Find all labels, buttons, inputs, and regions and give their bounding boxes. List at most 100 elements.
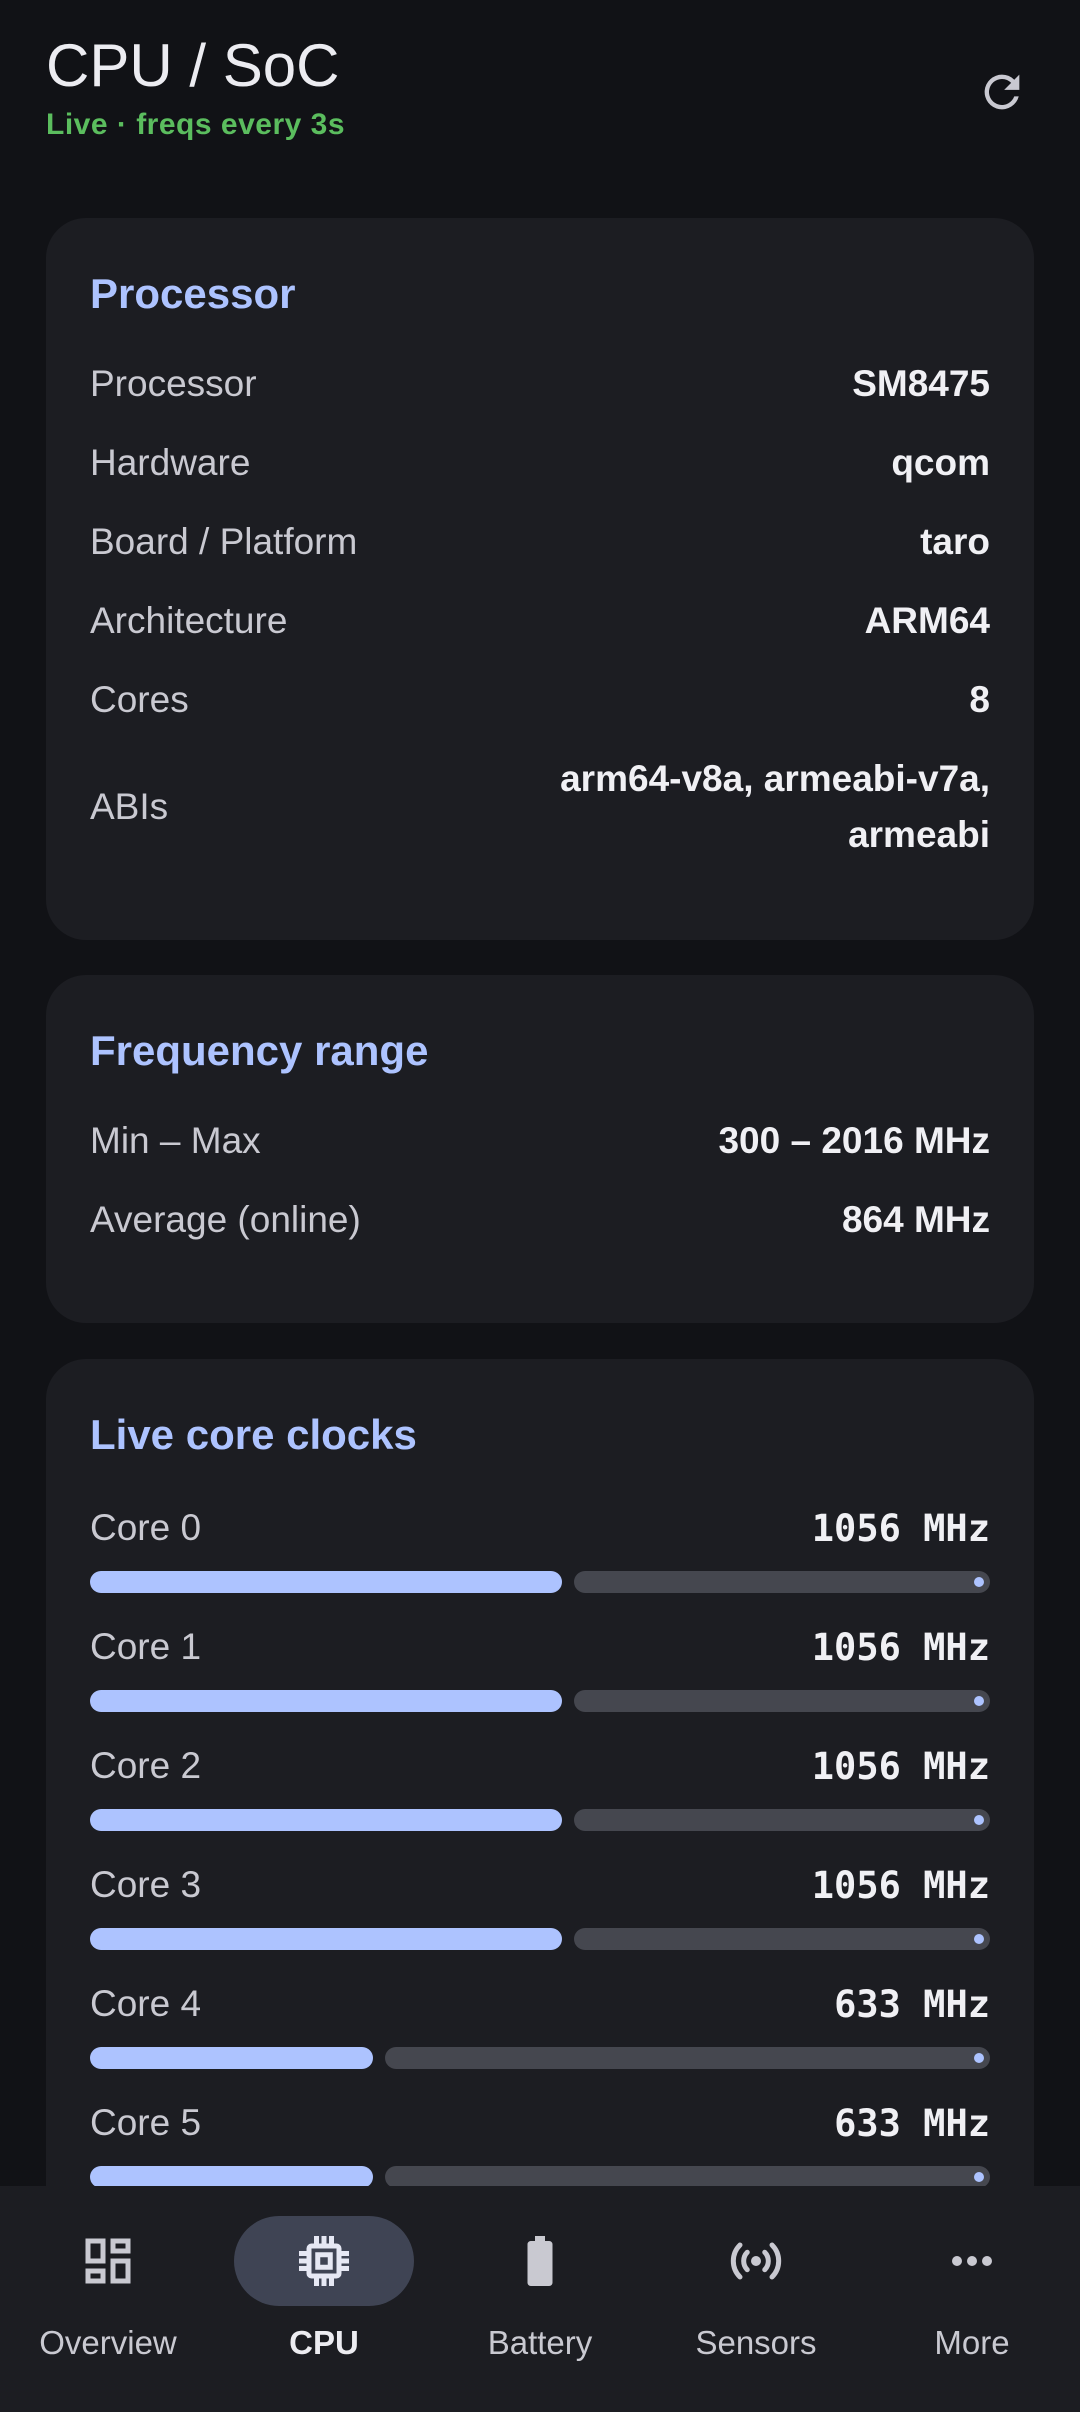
bar-end-dot (974, 1696, 984, 1706)
info-row-board: Board / Platform taro (90, 502, 990, 581)
bar-fill (90, 2166, 373, 2188)
bar-fill (90, 2047, 373, 2069)
bar-end-dot (974, 1577, 984, 1587)
nav-item-more[interactable]: More (872, 2186, 1072, 2412)
frequency-rows: Min – Max 300 – 2016 MHz Average (online… (90, 1101, 990, 1259)
row-label: Architecture (90, 599, 288, 641)
info-row-processor: Processor SM8475 (90, 344, 990, 423)
core-frequency-bar (90, 2047, 990, 2069)
nav-item-battery[interactable]: Battery (440, 2186, 640, 2412)
row-value: SM8475 (852, 362, 990, 404)
nav-label: Overview (39, 2324, 177, 2361)
core-frequency-bar (90, 1690, 990, 1712)
row-value: arm64-v8a, armeabi-v7a, armeabi (560, 751, 990, 863)
bar-fill (90, 1690, 562, 1712)
core-frequency: 633 MHz (834, 2101, 990, 2145)
header: CPU / SoC Live · freqs every 3s (46, 30, 1034, 160)
core-frequency-bar (90, 1809, 990, 1831)
core-label: Core 5 (90, 2102, 202, 2143)
row-label: Min – Max (90, 1119, 261, 1161)
nav-icon-container (18, 2216, 198, 2306)
processor-rows: Processor SM8475 Hardware qcom Board / P… (90, 344, 990, 875)
bar-end-dot (974, 1934, 984, 1944)
nav-icon-container (882, 2216, 1062, 2306)
nav-label: CPU (289, 2324, 359, 2361)
core-frequency: 633 MHz (834, 1982, 990, 2026)
bar-fill (90, 1809, 562, 1831)
nav-label: Sensors (695, 2324, 817, 2361)
row-label: Hardware (90, 441, 251, 483)
bar-fill (90, 1571, 562, 1593)
card-title: Frequency range (90, 1027, 429, 1074)
core-frequency: 1056 MHz (811, 1744, 990, 1788)
core-row: Core 4 633 MHz (90, 1975, 990, 2069)
row-value: 864 MHz (841, 1198, 990, 1240)
nav-icon-container (666, 2216, 846, 2306)
bar-end-dot (974, 2053, 984, 2063)
core-frequency-bar (90, 2166, 990, 2188)
nav-icon-container (234, 2216, 414, 2306)
info-row-min-max: Min – Max 300 – 2016 MHz (90, 1101, 990, 1180)
row-value: ARM64 (864, 599, 990, 641)
row-label: Processor (90, 362, 257, 404)
core-row: Core 0 1056 MHz (90, 1499, 990, 1593)
bar-track (574, 1809, 990, 1831)
bar-track (574, 1690, 990, 1712)
nav-icon-container (450, 2216, 630, 2306)
more-horizontal-icon (952, 2256, 992, 2266)
nav-item-overview[interactable]: Overview (8, 2186, 208, 2412)
row-label: ABIs (90, 786, 169, 827)
core-label: Core 4 (90, 1983, 202, 2024)
frequency-range-card: Frequency range Min – Max 300 – 2016 MHz… (46, 975, 1034, 1323)
core-label: Core 3 (90, 1864, 202, 1905)
bar-fill (90, 1928, 562, 1950)
core-row: Core 3 1056 MHz (90, 1856, 990, 1950)
bottom-navigation: Overview CPU Battery Sensors More (0, 2186, 1080, 2412)
row-label: Average (online) (90, 1198, 361, 1240)
abis-line-1: arm64-v8a, armeabi-v7a, (560, 758, 990, 799)
live-status: Live · freqs every 3s (46, 108, 346, 141)
info-row-architecture: Architecture ARM64 (90, 581, 990, 660)
bar-track (385, 2047, 990, 2069)
page-title: CPU / SoC (46, 32, 340, 99)
core-frequency: 1056 MHz (811, 1506, 990, 1550)
refresh-icon (984, 74, 1020, 110)
nav-label: Battery (487, 2324, 593, 2361)
abis-line-2: armeabi (848, 814, 990, 855)
bar-end-dot (974, 1815, 984, 1825)
card-title: Processor (90, 270, 296, 317)
sensors-icon (730, 2242, 782, 2280)
core-row: Core 1 1056 MHz (90, 1618, 990, 1712)
core-label: Core 1 (90, 1626, 202, 1667)
info-row-average: Average (online) 864 MHz (90, 1180, 990, 1259)
bar-track (385, 2166, 990, 2188)
bar-end-dot (974, 2172, 984, 2182)
core-frequency-bar (90, 1928, 990, 1950)
battery-icon (527, 2236, 553, 2286)
card-title: Live core clocks (90, 1411, 417, 1458)
core-row: Core 5 633 MHz (90, 2094, 990, 2188)
bar-track (574, 1571, 990, 1593)
core-label: Core 0 (90, 1507, 202, 1548)
nav-item-sensors[interactable]: Sensors (656, 2186, 856, 2412)
info-row-abis: ABIs arm64-v8a, armeabi-v7a, armeabi (90, 739, 990, 875)
core-frequency: 1056 MHz (811, 1863, 990, 1907)
row-value: qcom (891, 441, 990, 483)
dashboard-icon (85, 2238, 131, 2284)
chip-icon (299, 2236, 349, 2286)
cpu-soc-screen: CPU / SoC Live · freqs every 3s Processo… (0, 0, 1080, 2412)
row-label: Cores (90, 678, 189, 720)
info-row-cores: Cores 8 (90, 660, 990, 739)
row-value: 300 – 2016 MHz (718, 1119, 990, 1161)
core-frequency-bar (90, 1571, 990, 1593)
refresh-button[interactable] (970, 60, 1034, 124)
info-row-hardware: Hardware qcom (90, 423, 990, 502)
core-row: Core 2 1056 MHz (90, 1737, 990, 1831)
core-frequency: 1056 MHz (811, 1625, 990, 1669)
row-value: taro (920, 520, 990, 562)
nav-item-cpu[interactable]: CPU (224, 2186, 424, 2412)
core-label: Core 2 (90, 1745, 202, 1786)
row-label: Board / Platform (90, 520, 358, 562)
cores-list: Core 0 1056 MHz Core 1 1056 MHz Core 2 1056… (90, 1499, 990, 2188)
bar-track (574, 1928, 990, 1950)
